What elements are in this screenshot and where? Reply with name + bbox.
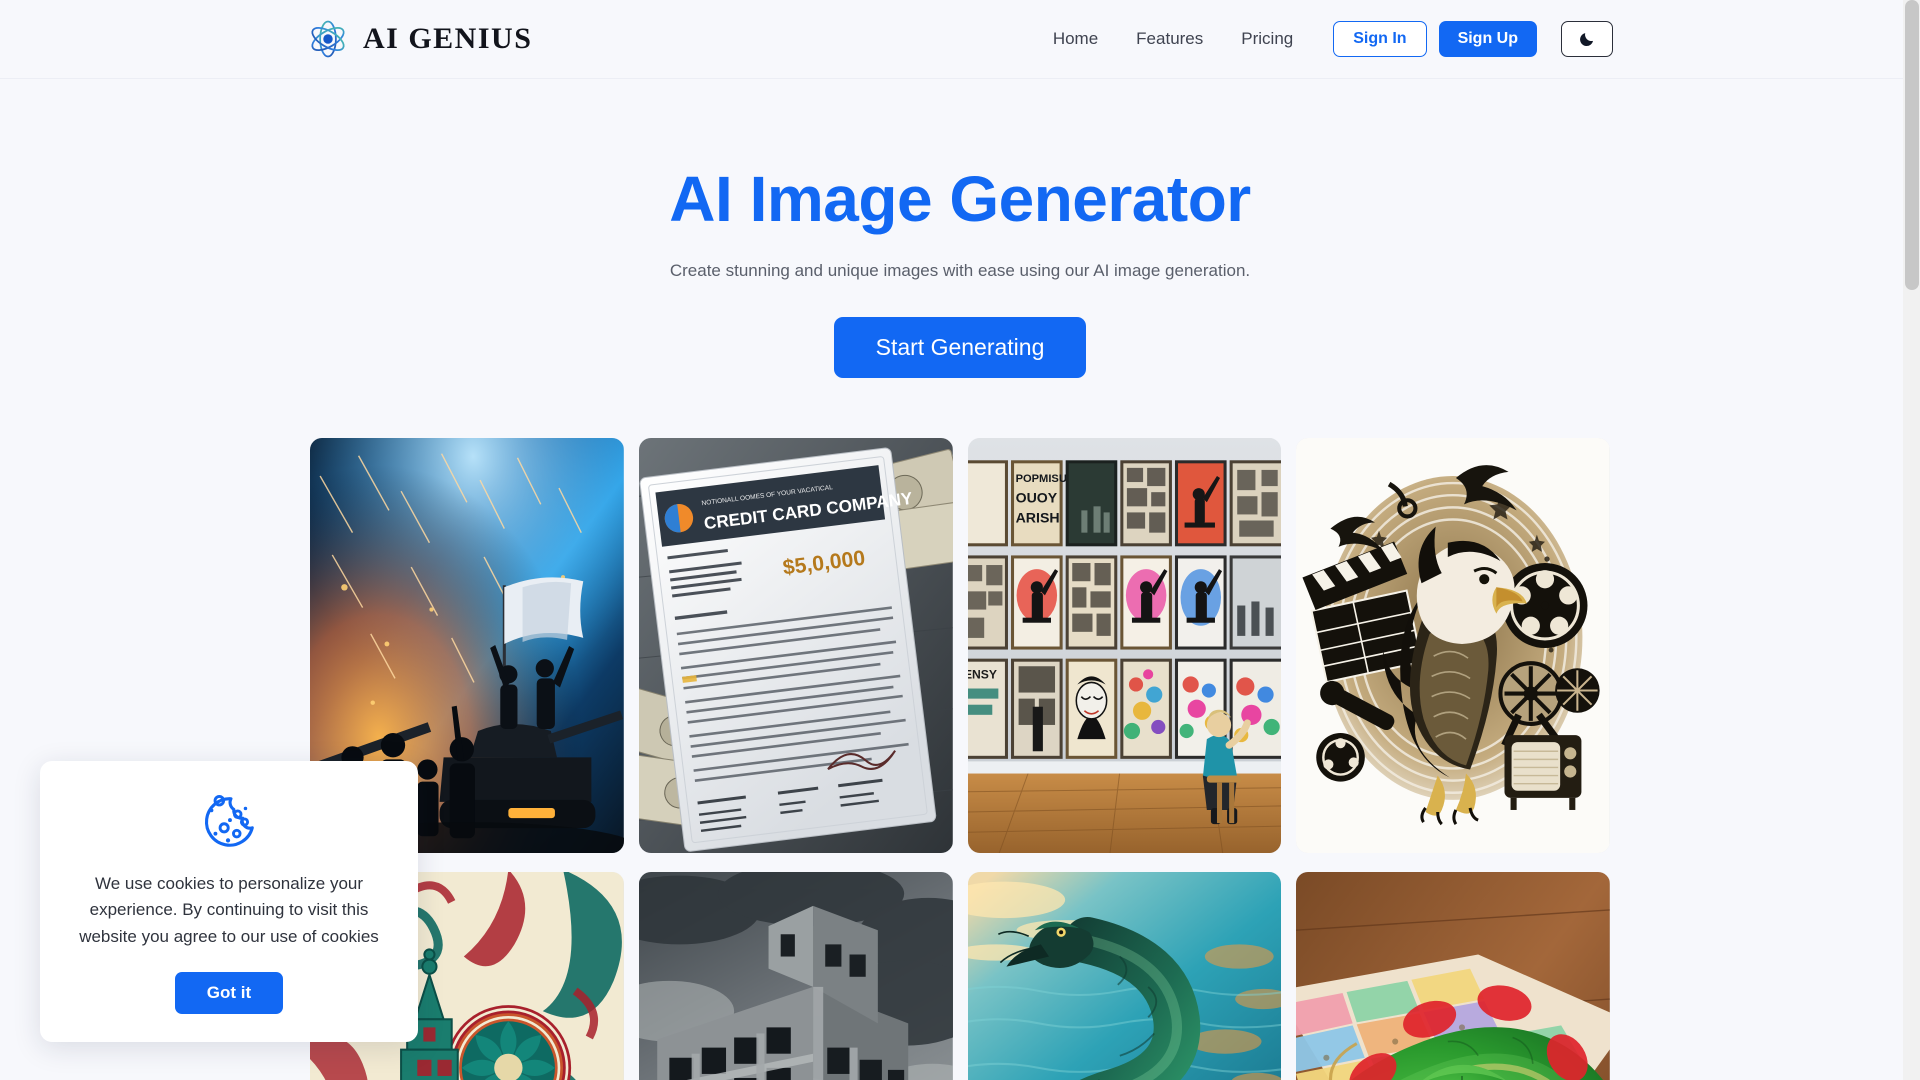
svg-text:ENSY: ENSY: [968, 667, 997, 681]
gallery-tile-abandoned-concrete-building[interactable]: [638, 871, 953, 1080]
svg-text:OUOY: OUOY: [1015, 490, 1057, 506]
gallery-tile-sea-serpent-sunset[interactable]: [967, 871, 1282, 1080]
atom-icon: [307, 18, 349, 60]
main-nav: Home Features Pricing Sign In Sign Up: [1034, 21, 1613, 57]
gallery-tile-street-art-gallery[interactable]: POPMISUT OUOY ARISH NSY: [967, 437, 1282, 853]
nav-link-home[interactable]: Home: [1034, 29, 1117, 49]
hero-subtitle: Create stunning and unique images with e…: [669, 260, 1251, 280]
sign-in-button[interactable]: Sign In: [1333, 21, 1427, 57]
hero-section: AI Image Generator Create stunning and u…: [0, 79, 1920, 378]
cookie-consent-banner: We use cookies to personalize your exper…: [40, 761, 418, 1043]
gallery-tile-green-snake-board-game[interactable]: [1296, 871, 1610, 1080]
start-generating-button[interactable]: Start Generating: [833, 316, 1087, 378]
cta-wrapper: Start Generating: [0, 316, 1920, 378]
nav-link-features[interactable]: Features: [1117, 29, 1222, 49]
image-gallery: NOTIONALL OOMES OF YOUR VACATICAL CREDIT…: [310, 437, 1610, 1080]
cookie-icon: [66, 791, 392, 853]
brand-logo[interactable]: AI GENIUS: [307, 18, 532, 60]
theme-toggle-button[interactable]: [1561, 21, 1613, 57]
gallery-tile-eagle-cinema-illustration[interactable]: [1296, 437, 1610, 853]
site-header: AI GENIUS Home Features Pricing Sign In …: [0, 0, 1920, 79]
svg-text:POPMISUT: POPMISUT: [1015, 473, 1073, 485]
sign-up-button[interactable]: Sign Up: [1438, 21, 1537, 57]
cookie-accept-button[interactable]: Got it: [174, 972, 284, 1015]
nav-link-pricing[interactable]: Pricing: [1222, 29, 1312, 49]
page-scrollbar-thumb[interactable]: [1905, 0, 1919, 290]
page-title: AI Image Generator: [669, 163, 1251, 235]
svg-text:ARISH: ARISH: [1015, 510, 1059, 526]
gallery-tile-credit-card-company-letter[interactable]: NOTIONALL OOMES OF YOUR VACATICAL CREDIT…: [638, 437, 953, 853]
cookie-message: We use cookies to personalize your exper…: [79, 874, 379, 946]
moon-icon: [1578, 30, 1596, 48]
brand-name: AI GENIUS: [363, 22, 533, 55]
